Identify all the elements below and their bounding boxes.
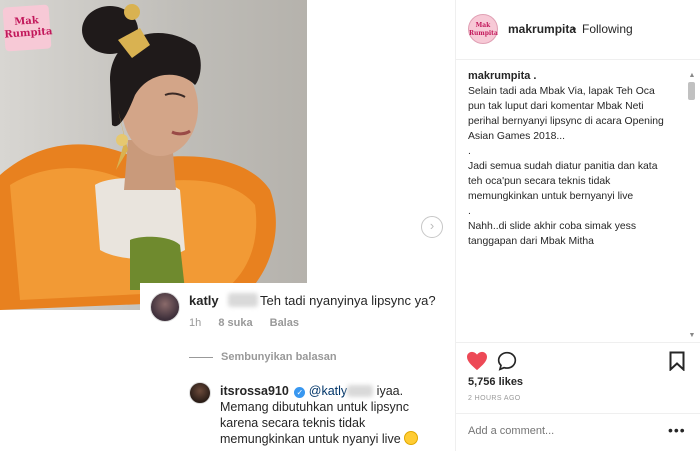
post-photo: Mak Rumpita (0, 0, 307, 310)
mak-rumpita-logo: Mak Rumpita (2, 4, 53, 52)
hide-replies-button[interactable]: Sembunyikan balasan (221, 351, 337, 363)
caption-username[interactable]: makrumpita . (468, 70, 536, 82)
reply-text-part2: Memang dibutuhkan untuk lipsync karena s… (220, 400, 410, 446)
verified-badge-icon: ✓ (294, 387, 306, 398)
likes-count[interactable]: 5,756 likes (468, 376, 523, 388)
comment-thread: katly Teh tadi nyanyinya lipsync ya? 1h … (140, 283, 455, 451)
post-author-avatar[interactable]: Mak Rumpita (468, 14, 498, 44)
scroll-down-arrow-icon[interactable]: ▼ (688, 332, 696, 340)
comment-likes[interactable]: 8 suka (218, 317, 252, 329)
add-comment-bar: ••• (456, 413, 700, 451)
comment-icon[interactable] (496, 351, 518, 376)
smile-emoji-icon (404, 431, 419, 445)
commenter-avatar[interactable] (150, 292, 180, 322)
username-blur (228, 293, 258, 307)
header-separator: • (572, 22, 577, 36)
next-slide-button[interactable]: › (421, 216, 443, 238)
reply-comment: itsrossa910 ✓ @katly iyaa. Memang dibutu… (220, 383, 450, 447)
reply-author-username[interactable]: itsrossa910 (220, 384, 289, 398)
mention-blur (347, 385, 374, 397)
caption-text: Selain tadi ada Mbak Via, lapak Teh Oca … (468, 86, 664, 247)
more-options-icon[interactable]: ••• (668, 422, 686, 438)
post-sidebar: Mak Rumpita makrumpita • Following makru… (455, 0, 700, 451)
following-button[interactable]: Following (582, 22, 633, 36)
comment-time: 1h (189, 317, 202, 329)
heart-icon[interactable] (466, 351, 488, 376)
commenter-username[interactable]: katly (189, 293, 219, 308)
caption-scrollbar[interactable]: ▲ ▼ (686, 68, 698, 342)
post-timestamp: 2 HOURS AGO (468, 395, 521, 402)
comment-input[interactable] (468, 425, 658, 437)
hide-replies-line (189, 357, 213, 358)
reply-mention[interactable]: @katly (309, 384, 347, 398)
post-author-username[interactable]: makrumpita (508, 22, 576, 36)
logo-line2: Rumpita (4, 26, 53, 41)
scrollbar-thumb[interactable] (688, 82, 695, 100)
reply-author-avatar[interactable] (189, 382, 211, 404)
caption-area: makrumpita . Selain tadi ada Mbak Via, l… (456, 60, 700, 342)
post-header: Mak Rumpita makrumpita • Following (456, 0, 700, 60)
reply-text-part1: iyaa. (376, 384, 404, 398)
comment-meta: 1h 8 suka Balas (189, 317, 313, 329)
reply-button[interactable]: Balas (270, 317, 299, 329)
scroll-up-arrow-icon[interactable]: ▲ (688, 72, 696, 80)
bookmark-icon[interactable] (669, 351, 685, 376)
comment-text: Teh tadi nyanyinya lipsync ya? (260, 293, 436, 308)
